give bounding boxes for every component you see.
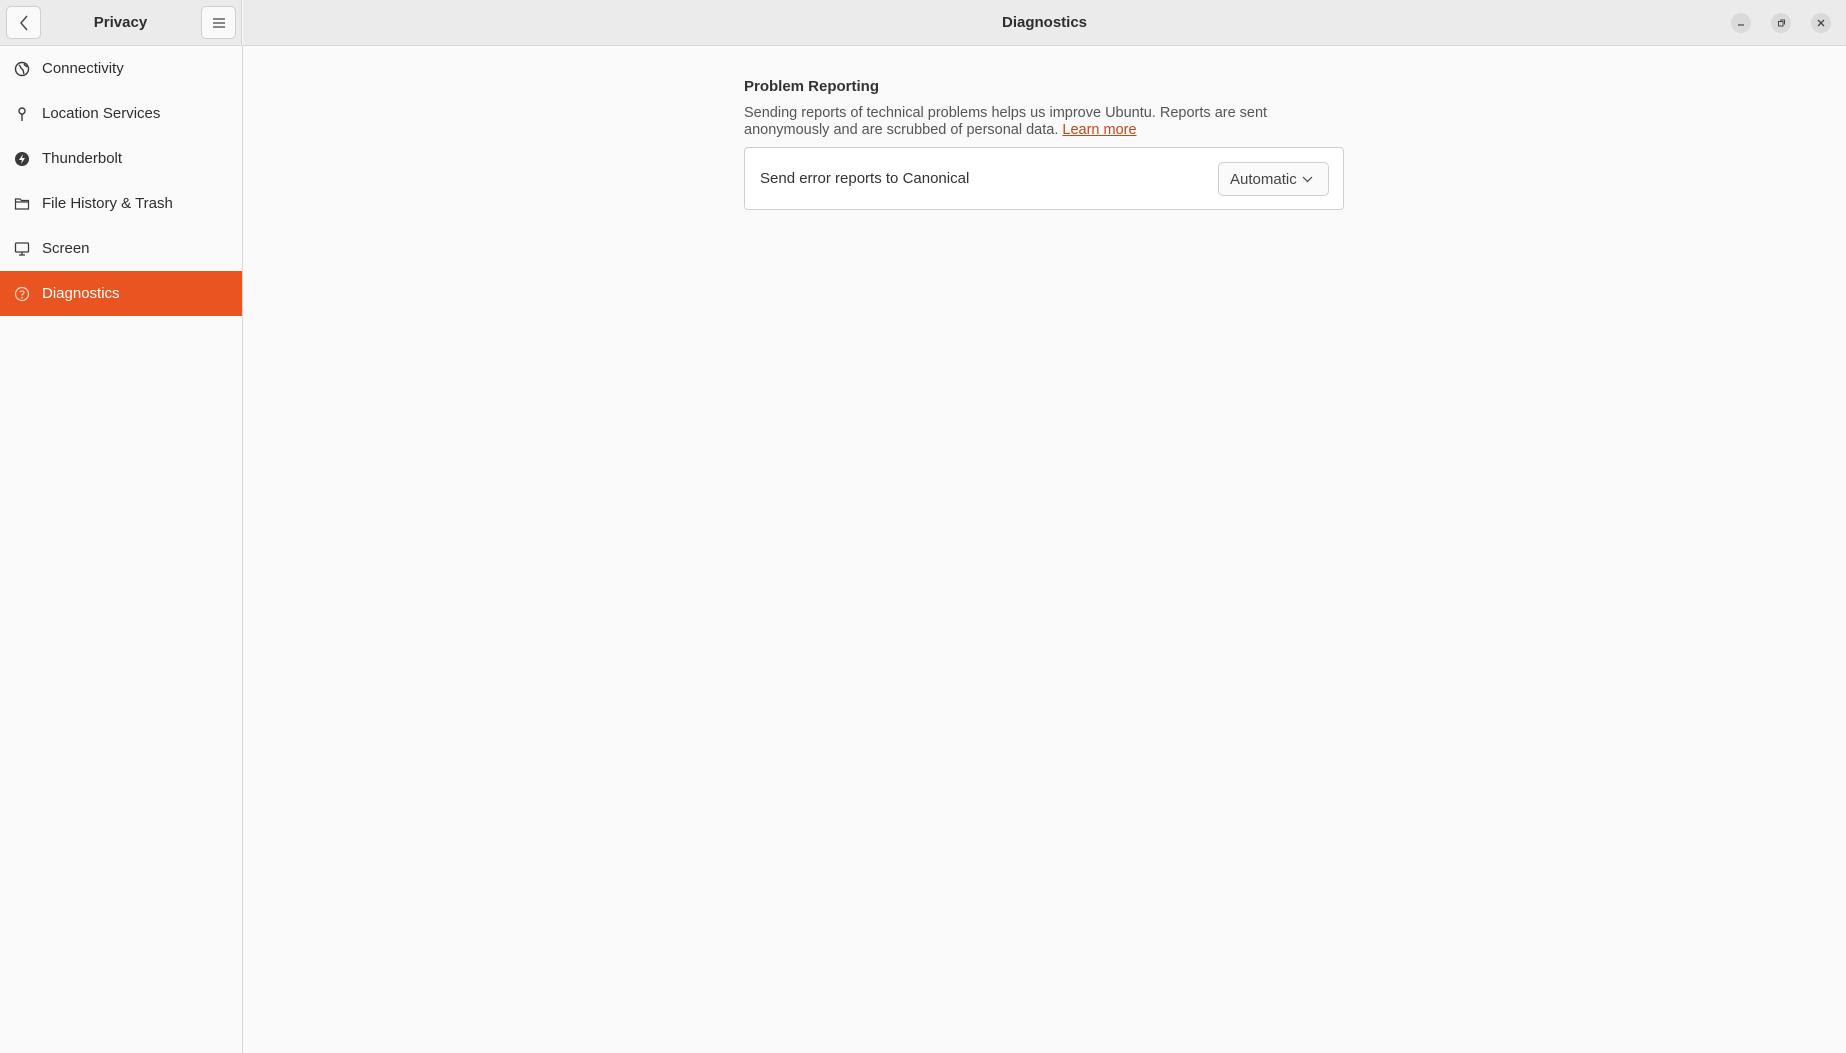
error-reports-dropdown[interactable]: Automatic <box>1218 162 1329 196</box>
maximize-button[interactable] <box>1771 13 1791 33</box>
chevron-down-icon <box>1302 176 1313 182</box>
section-description: Sending reports of technical problems he… <box>744 105 1304 139</box>
dropdown-value: Automatic <box>1230 170 1297 188</box>
learn-more-link[interactable]: Learn more <box>1062 122 1136 138</box>
sidebar-item-label: Connectivity <box>42 60 124 77</box>
sidebar-header: Privacy <box>0 0 242 46</box>
sidebar-item-thunderbolt[interactable]: Thunderbolt <box>0 136 242 181</box>
sidebar-item-connectivity[interactable]: Connectivity <box>0 46 242 91</box>
sidebar-item-diagnostics[interactable]: Diagnostics <box>0 271 242 316</box>
hamburger-icon <box>212 17 225 28</box>
setting-label: Send error reports to Canonical <box>760 170 970 187</box>
close-icon <box>1817 19 1825 27</box>
settings-card: Send error reports to Canonical Automati… <box>744 147 1344 210</box>
sidebar-item-label: Thunderbolt <box>42 150 123 167</box>
sidebar: Connectivity Location Services Thunderbo… <box>0 46 243 1053</box>
settings-window: Privacy Diagnostics Connectivity Locatio… <box>0 0 1846 1053</box>
monitor-icon <box>13 240 31 258</box>
section-title: Problem Reporting <box>744 78 880 95</box>
description-text: Sending reports of technical problems he… <box>744 105 1268 138</box>
main-content: Problem Reporting Sending reports of tec… <box>744 78 1344 210</box>
restore-icon <box>1778 19 1785 27</box>
main-header: Diagnostics <box>243 0 1846 46</box>
sidebar-item-label: Diagnostics <box>42 285 120 302</box>
minimize-icon <box>1738 24 1744 26</box>
sidebar-item-file-history[interactable]: File History & Trash <box>0 181 242 226</box>
sidebar-item-label: Location Services <box>42 105 161 122</box>
sidebar-item-label: Screen <box>42 240 90 257</box>
help-circle-icon <box>13 285 31 303</box>
globe-icon <box>13 60 31 78</box>
sidebar-item-location-services[interactable]: Location Services <box>0 91 242 136</box>
sidebar-item-label: File History & Trash <box>42 195 173 212</box>
close-button[interactable] <box>1811 13 1831 33</box>
menu-button[interactable] <box>201 6 236 39</box>
thunderbolt-icon <box>13 150 31 168</box>
minimize-button[interactable] <box>1731 13 1751 33</box>
location-pin-icon <box>13 105 31 123</box>
folder-icon <box>13 195 31 213</box>
page-title: Diagnostics <box>1001 14 1088 31</box>
sidebar-item-screen[interactable]: Screen <box>0 226 242 271</box>
